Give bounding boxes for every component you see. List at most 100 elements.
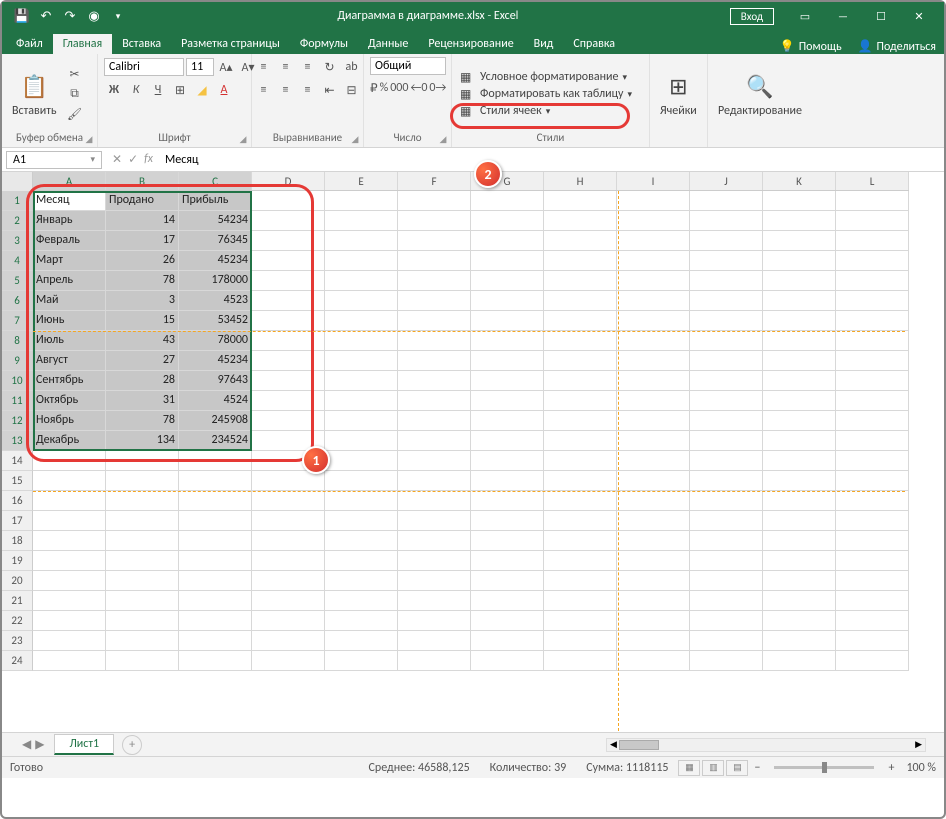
cut-icon[interactable]: ✂ <box>65 65 85 83</box>
currency-icon[interactable]: ₽ <box>370 78 378 98</box>
cell[interactable] <box>617 591 690 611</box>
cell[interactable] <box>617 251 690 271</box>
cell[interactable] <box>325 471 398 491</box>
cell[interactable] <box>763 251 836 271</box>
row-header[interactable]: 16 <box>2 491 33 511</box>
cell[interactable]: Февраль <box>33 231 106 251</box>
cell[interactable] <box>836 231 909 251</box>
share-button[interactable]: 👤Поделиться <box>850 39 944 54</box>
cell[interactable] <box>398 551 471 571</box>
fx-icon[interactable]: fx <box>144 152 153 167</box>
cell[interactable] <box>836 251 909 271</box>
align-left-icon[interactable]: ≡ <box>254 80 274 100</box>
horizontal-scrollbar[interactable]: ◀▶ <box>606 738 926 752</box>
ribbon-options-icon[interactable]: ▭ <box>786 4 824 28</box>
clipboard-launcher-icon[interactable]: ◢ <box>83 133 95 145</box>
row-header[interactable]: 13 <box>2 431 33 451</box>
font-name-selector[interactable]: Calibri <box>104 58 184 76</box>
cell[interactable] <box>106 491 179 511</box>
cell[interactable] <box>690 391 763 411</box>
maximize-button[interactable]: ☐ <box>862 4 900 28</box>
cell[interactable] <box>179 531 252 551</box>
cell[interactable]: Октябрь <box>33 391 106 411</box>
minimize-button[interactable]: — <box>824 4 862 28</box>
cell[interactable] <box>690 451 763 471</box>
col-header[interactable]: I <box>617 172 690 190</box>
cell[interactable] <box>325 231 398 251</box>
cell[interactable] <box>471 351 544 371</box>
cell[interactable] <box>33 591 106 611</box>
cell[interactable] <box>544 611 617 631</box>
sheet-nav-prev-icon[interactable]: ◀ <box>22 737 31 752</box>
cell[interactable] <box>252 631 325 651</box>
cell[interactable] <box>471 391 544 411</box>
cell[interactable] <box>106 611 179 631</box>
cell[interactable] <box>690 611 763 631</box>
italic-button[interactable]: К <box>126 80 146 100</box>
cell[interactable]: Август <box>33 351 106 371</box>
cell[interactable] <box>252 491 325 511</box>
row-header[interactable]: 8 <box>2 331 33 351</box>
cell[interactable] <box>836 431 909 451</box>
cell[interactable] <box>179 631 252 651</box>
cell[interactable]: 4524 <box>179 391 252 411</box>
cell[interactable]: Ноябрь <box>33 411 106 431</box>
cell[interactable] <box>763 411 836 431</box>
row-header[interactable]: 17 <box>2 511 33 531</box>
cell[interactable] <box>836 191 909 211</box>
cell[interactable]: Сентябрь <box>33 371 106 391</box>
cell[interactable] <box>763 391 836 411</box>
cell[interactable] <box>325 331 398 351</box>
align-top-icon[interactable]: ≡ <box>254 57 274 77</box>
cell[interactable] <box>325 431 398 451</box>
cell[interactable] <box>471 491 544 511</box>
cell[interactable] <box>836 291 909 311</box>
cell[interactable] <box>690 191 763 211</box>
cell[interactable]: 45234 <box>179 251 252 271</box>
cell[interactable] <box>252 651 325 671</box>
format-painter-icon[interactable]: 🖌 <box>65 105 85 123</box>
cell[interactable] <box>106 531 179 551</box>
cell[interactable]: Месяц <box>33 191 106 211</box>
cell[interactable] <box>544 331 617 351</box>
fill-color-icon[interactable]: ◢ <box>192 80 212 100</box>
cell[interactable]: 53452 <box>179 311 252 331</box>
col-header[interactable]: J <box>690 172 763 190</box>
cell[interactable] <box>544 431 617 451</box>
cell[interactable] <box>398 411 471 431</box>
increase-decimal-icon[interactable]: ←0 <box>410 78 427 98</box>
row-header[interactable]: 1 <box>2 191 33 211</box>
col-header[interactable]: K <box>763 172 836 190</box>
cell[interactable] <box>544 591 617 611</box>
cell[interactable]: 43 <box>106 331 179 351</box>
align-center-icon[interactable]: ≡ <box>276 80 296 100</box>
cell[interactable] <box>617 231 690 251</box>
border-icon[interactable]: ⊞ <box>170 80 190 100</box>
row-header[interactable]: 4 <box>2 251 33 271</box>
number-format-selector[interactable]: Общий <box>370 57 446 75</box>
cell[interactable]: 78000 <box>179 331 252 351</box>
cell[interactable] <box>398 451 471 471</box>
paste-button[interactable]: 📋 Вставить <box>8 68 61 120</box>
cell[interactable]: Июнь <box>33 311 106 331</box>
cell[interactable] <box>763 471 836 491</box>
underline-button[interactable]: Ч <box>148 80 168 100</box>
cell[interactable] <box>544 391 617 411</box>
cell[interactable]: Апрель <box>33 271 106 291</box>
col-header[interactable]: D <box>252 172 325 190</box>
cell[interactable] <box>398 651 471 671</box>
cell[interactable] <box>471 411 544 431</box>
cell[interactable] <box>763 311 836 331</box>
login-button[interactable]: Вход <box>730 8 774 25</box>
cell[interactable] <box>836 211 909 231</box>
qat-dropdown-icon[interactable]: ▾ <box>110 8 126 24</box>
conditional-formatting-button[interactable]: ▦ Условное форматирование▾ <box>458 69 634 85</box>
cell[interactable] <box>471 271 544 291</box>
align-middle-icon[interactable]: ≡ <box>276 57 296 77</box>
cell[interactable] <box>544 571 617 591</box>
tab-formulas[interactable]: Формулы <box>290 34 358 54</box>
row-header[interactable]: 2 <box>2 211 33 231</box>
cell[interactable] <box>690 591 763 611</box>
row-header[interactable]: 10 <box>2 371 33 391</box>
cell[interactable] <box>33 471 106 491</box>
